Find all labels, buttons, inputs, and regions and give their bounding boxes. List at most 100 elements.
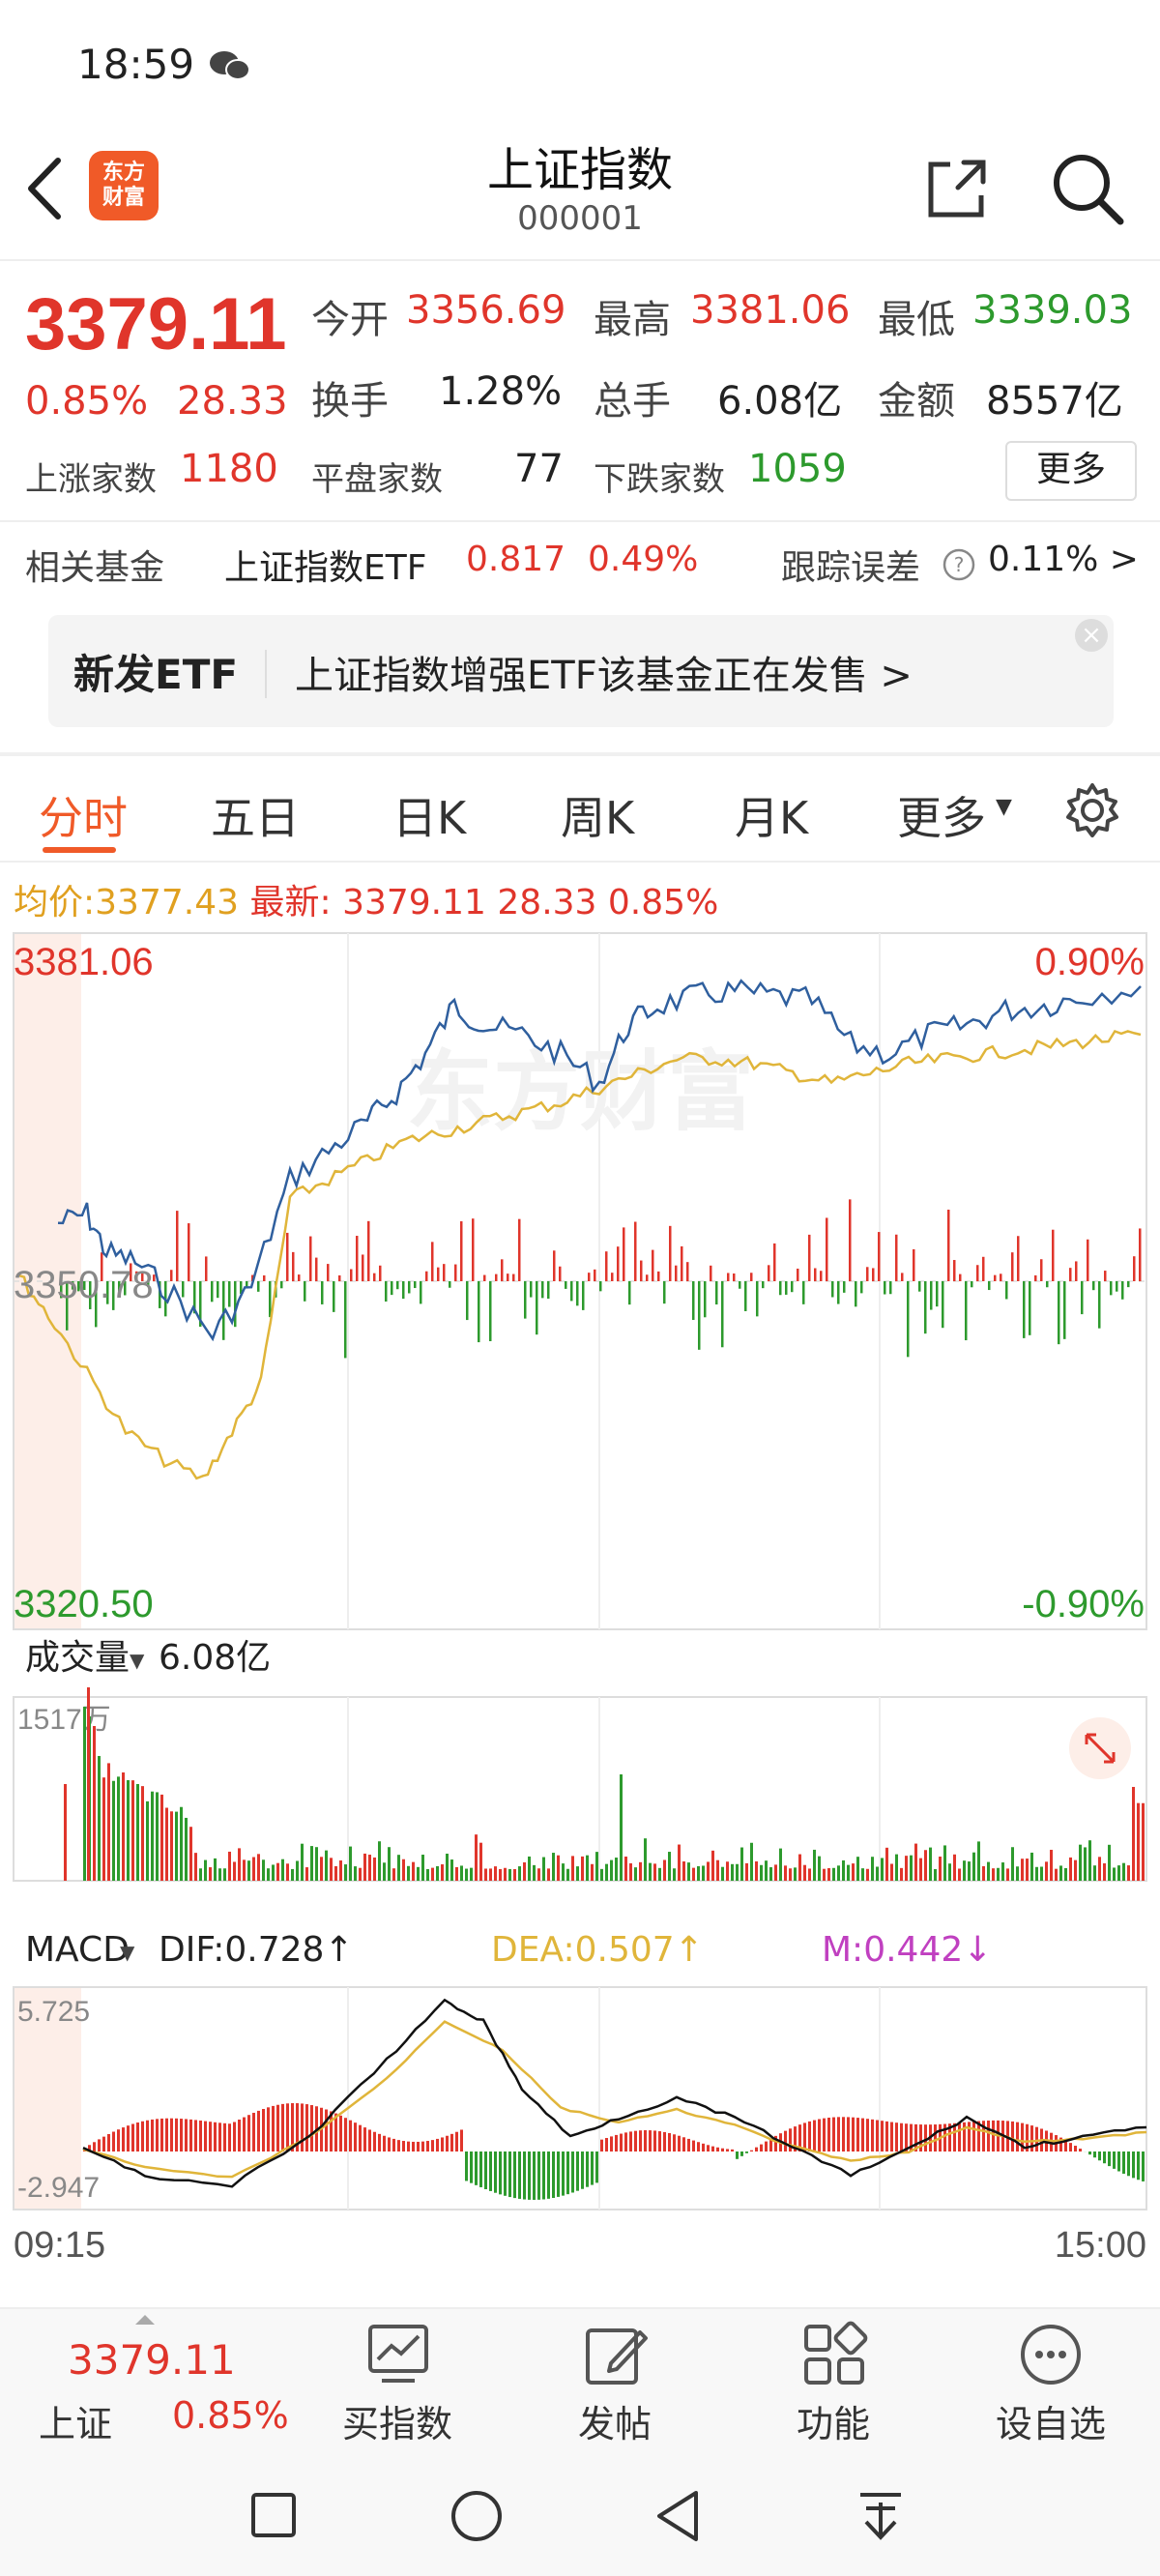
nav-buy-index[interactable]: 买指数 (342, 2394, 452, 2447)
share-icon[interactable] (923, 155, 991, 222)
tick-bar (959, 1273, 962, 1281)
volume-label: 总手 (594, 379, 671, 424)
tab-daily-k[interactable]: 日K (392, 783, 466, 847)
etf-banner-text[interactable]: 上证指数增强ETF该基金正在发售 > (295, 644, 913, 700)
volume-bar (774, 1864, 777, 1881)
volume-bar (576, 1866, 579, 1881)
tab-more[interactable]: 更多 (897, 783, 986, 847)
volume-bar (199, 1868, 202, 1881)
volume-bar (639, 1861, 642, 1881)
volume-bar (1069, 1857, 1072, 1881)
tab-weekly-k[interactable]: 周K (561, 783, 634, 847)
more-button[interactable]: 更多 (1005, 441, 1137, 501)
latest-label: 最新: (249, 883, 332, 922)
volume-bar (605, 1863, 608, 1881)
macd-bar (417, 2141, 420, 2152)
tick-bar (866, 1267, 869, 1281)
volume-bar (117, 1776, 120, 1881)
nav-index-price[interactable]: 3379.11 (68, 2336, 236, 2384)
macd-bar (1079, 2149, 1082, 2152)
tick-bar (414, 1281, 417, 1289)
chart-trend-icon[interactable] (364, 2321, 432, 2388)
tick-bar (402, 1281, 405, 1300)
nav-add-watchlist[interactable]: 设自选 (996, 2394, 1106, 2447)
volume-bar (629, 1862, 632, 1881)
nav-function[interactable]: 功能 (797, 2394, 870, 2447)
volume-bar (943, 1845, 946, 1881)
volume-bar (769, 1867, 772, 1881)
back-nav-icon[interactable] (653, 2489, 702, 2543)
volume-bar (600, 1868, 603, 1881)
gear-icon[interactable] (1063, 781, 1121, 839)
tick-bar (338, 1274, 341, 1281)
tick-bar (553, 1250, 556, 1281)
macd-bar (194, 2120, 197, 2152)
volume-bar (1059, 1865, 1062, 1881)
macd-bar (702, 2143, 705, 2152)
tick-bar (1046, 1281, 1049, 1288)
home-icon[interactable] (450, 2489, 504, 2543)
svg-text:?: ? (954, 553, 965, 576)
volume-bar (948, 1863, 951, 1881)
search-icon[interactable] (1049, 150, 1126, 227)
macd-bar (682, 2137, 685, 2152)
macd-bar (160, 2118, 163, 2152)
volume-bar (634, 1867, 637, 1881)
macd-bar (1142, 2152, 1145, 2181)
macd-bar (876, 2120, 879, 2152)
macd-bar (605, 2138, 608, 2152)
macd-bar (165, 2118, 168, 2152)
macd-bar (721, 2148, 724, 2152)
close-icon[interactable]: × (1075, 619, 1108, 652)
macd-bar (987, 2120, 990, 2152)
volume-bar (98, 1755, 101, 1881)
macd-bar (736, 2152, 739, 2159)
macd-bar (856, 2118, 859, 2152)
latest-change: 28.33 (497, 883, 597, 922)
high-value: 3381.06 (690, 288, 851, 333)
grid-icon[interactable] (800, 2321, 868, 2388)
tracking-error-value[interactable]: 0.11% > (988, 540, 1139, 579)
nav-index-name[interactable]: 上证 (39, 2394, 112, 2447)
fund-name[interactable]: 上证指数ETF (224, 540, 426, 590)
volume-bar (1084, 1847, 1087, 1881)
volume-bar (93, 1726, 96, 1881)
intraday-chart[interactable]: 东方财富 3381.06 3350.78 3320.50 0.90% -0.90… (0, 928, 1160, 2282)
tab-intraday[interactable]: 分时 (39, 783, 128, 847)
volume-bar (305, 1867, 308, 1881)
volume-bar (513, 1868, 516, 1881)
volume-bar (421, 1855, 424, 1881)
volume-bar (112, 1780, 115, 1881)
macd-bar (98, 2139, 101, 2152)
macd-bar (972, 2121, 975, 2152)
volume-bar (223, 1868, 226, 1881)
tick-bar (599, 1281, 602, 1292)
tick-bar (715, 1281, 718, 1305)
macd-bar (610, 2136, 613, 2152)
volume-bar (653, 1863, 656, 1881)
tick-bar (391, 1281, 393, 1296)
macd-bar (465, 2152, 468, 2181)
volume-bar (204, 1859, 207, 1881)
tick-bar (889, 1281, 892, 1295)
volume-bar (987, 1861, 990, 1881)
macd-bar (450, 2133, 453, 2152)
tick-bar (559, 1266, 562, 1281)
tab-five-day[interactable]: 五日 (211, 783, 300, 847)
tab-monthly-k[interactable]: 月K (735, 783, 808, 847)
more-circle-icon[interactable] (1017, 2321, 1085, 2388)
macd-bar (247, 2115, 250, 2152)
edit-icon[interactable] (582, 2321, 650, 2388)
macd-bar (707, 2145, 710, 2152)
macd-bar (663, 2131, 666, 2152)
notification-pulldown-icon[interactable] (856, 2489, 905, 2543)
volume-bar (557, 1855, 560, 1881)
nav-post[interactable]: 发帖 (578, 2394, 652, 2447)
help-icon[interactable]: ? (942, 547, 976, 582)
volume-bar (953, 1854, 956, 1881)
recent-apps-icon[interactable] (249, 2491, 298, 2539)
nav-index-pct[interactable]: 0.85% (172, 2394, 289, 2437)
volume-bar (1064, 1867, 1067, 1881)
volume-bar (977, 1841, 980, 1881)
macd-bar (890, 2122, 893, 2152)
